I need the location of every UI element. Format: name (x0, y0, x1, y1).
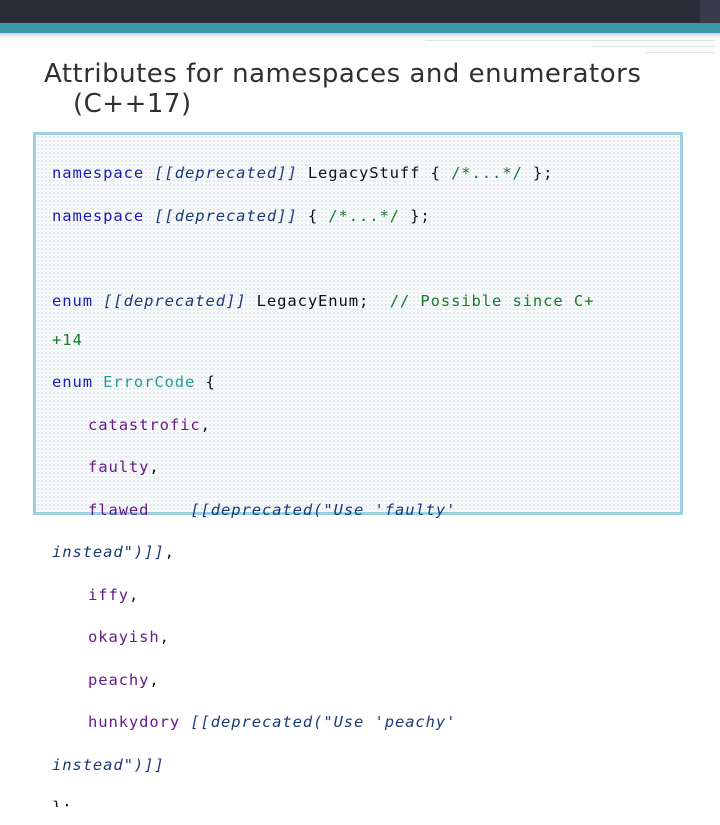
slide-title-line-2: (C++17) (73, 89, 192, 119)
enumerator: peachy (88, 670, 150, 689)
comment: +14 (52, 331, 83, 349)
enumerator: flawed (88, 500, 150, 519)
punctuation: { (205, 373, 216, 391)
code-line-wrap: instead")]] (52, 753, 594, 778)
punctuation: }; (532, 164, 554, 182)
identifier: LegacyStuff { (307, 164, 441, 182)
decorative-line (645, 52, 715, 53)
comment: /*...*/ (451, 164, 523, 182)
keyword: namespace (52, 164, 145, 182)
code-line: enum ErrorCode { (52, 370, 594, 395)
attribute: [[deprecated("Use 'peachy' (190, 713, 457, 731)
punctuation: }; (52, 798, 73, 807)
punctuation: }; (410, 206, 431, 225)
attribute: [[deprecated("Use 'faulty' (190, 500, 457, 519)
punctuation: { (307, 206, 319, 225)
decorative-line (425, 40, 715, 41)
identifier: LegacyEnum; (256, 291, 370, 310)
code-line-wrap: instead")]], (52, 540, 594, 565)
top-bar-tab (700, 0, 720, 23)
code-line: iffy, (52, 583, 594, 608)
code-line: hunkydory [[deprecated("Use 'peachy' (52, 710, 594, 735)
punctuation: , (164, 543, 175, 561)
code-line: namespace [[deprecated]] LegacyStuff { /… (52, 161, 594, 186)
decorative-line (590, 46, 715, 47)
keyword: namespace (52, 206, 145, 225)
code-line: okayish, (52, 625, 594, 650)
enumerator: faulty (88, 458, 150, 476)
top-dark-bar (0, 0, 720, 23)
punctuation: , (200, 415, 211, 434)
code-line: faulty, (52, 455, 594, 480)
comment: /*...*/ (328, 206, 400, 225)
comment: // Possible since C+ (389, 291, 595, 310)
punctuation: , (128, 585, 140, 604)
code-line: enum [[deprecated]] LegacyEnum; // Possi… (52, 289, 594, 314)
code-line: peachy, (52, 668, 594, 693)
accent-bar (0, 23, 720, 33)
code-line: catastrofic, (52, 413, 594, 438)
punctuation: , (149, 670, 160, 689)
punctuation: , (159, 628, 170, 646)
punctuation: , (149, 458, 160, 476)
attribute: [[deprecated]] (154, 206, 298, 225)
slide-title-line-1: Attributes for namespaces and enumerator… (44, 59, 642, 89)
attribute: [[deprecated]] (154, 164, 298, 182)
code-line: flawed [[deprecated("Use 'faulty' (52, 498, 594, 523)
enumerator: hunkydory (88, 713, 181, 731)
code-line: }; (52, 795, 594, 807)
code-line: namespace [[deprecated]] { /*...*/ }; (52, 204, 594, 229)
enumerator: catastrofic (88, 415, 201, 434)
enumerator: okayish (88, 628, 160, 646)
accent-bar-shadow (0, 33, 720, 38)
attribute: instead")]] (52, 543, 165, 561)
code-listing: namespace [[deprecated]] LegacyStuff { /… (52, 143, 594, 825)
code-block: namespace [[deprecated]] LegacyStuff { /… (33, 132, 683, 807)
keyword: enum (52, 373, 93, 391)
type-name: ErrorCode (103, 373, 196, 391)
code-line-wrap: +14 (52, 331, 594, 352)
slide-title: Attributes for namespaces and enumerator… (44, 59, 704, 119)
attribute: [[deprecated]] (103, 291, 247, 310)
attribute: instead")]] (52, 755, 165, 774)
enumerator: iffy (88, 585, 129, 604)
keyword: enum (52, 291, 93, 310)
